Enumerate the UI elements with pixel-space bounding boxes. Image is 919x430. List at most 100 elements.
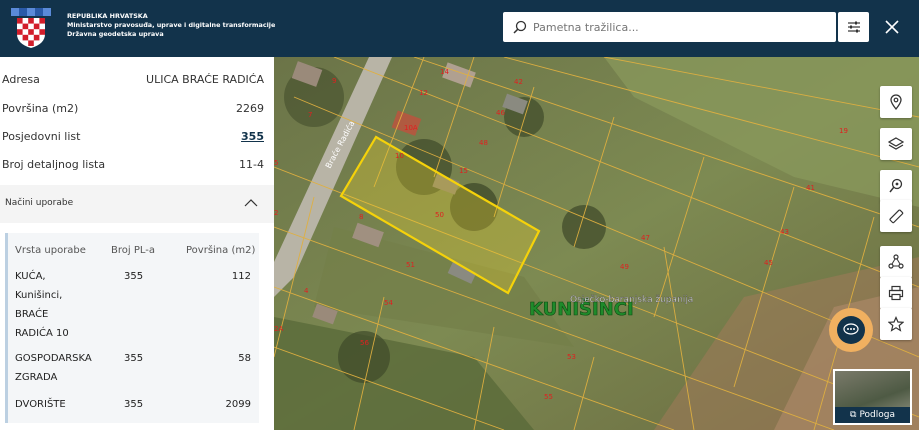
- map-canvas: 9 14 7 12 42 46 10A 10 48 15 19 41 8 50 …: [274, 57, 919, 430]
- parcel-row-address: Adresa ULICA BRAĆE RADIĆA: [2, 70, 264, 90]
- usage-section-header[interactable]: Načini uporabe: [0, 185, 274, 223]
- map-pin-icon: [890, 94, 902, 110]
- smart-search-box[interactable]: [503, 12, 836, 42]
- basemap-label: ⧉ Podloga: [835, 407, 910, 423]
- star-icon: [888, 316, 904, 332]
- basemap-switcher[interactable]: ⧉ Podloga: [833, 369, 912, 425]
- printer-icon: [888, 285, 904, 301]
- type-line: BRAĆE: [15, 309, 49, 320]
- app-header: REPUBLIKA HRVATSKA Ministarstvo pravosuđ…: [0, 0, 919, 57]
- usage-table: Vrsta uporabe Broj PL-a Površina (m2) KU…: [5, 233, 259, 423]
- type-line: DVORIŠTE: [15, 399, 66, 410]
- sliders-icon: [847, 21, 860, 33]
- table-cell-area: 58: [238, 353, 251, 364]
- chat-button[interactable]: [829, 308, 873, 352]
- type-line: GOSPODARSKA: [15, 353, 92, 364]
- parcel-number: 2A: [274, 325, 283, 333]
- table-cell-type: GOSPODARSKA ZGRADA: [15, 349, 92, 387]
- county-label: Osječko-baranjska županija: [570, 294, 693, 305]
- row-label: Broj detaljnog lista: [2, 158, 106, 171]
- parcel-number: 42: [514, 78, 523, 86]
- row-label: Adresa: [2, 73, 40, 86]
- parcel-number: 50: [435, 211, 444, 219]
- parcel-number: 53: [567, 353, 576, 361]
- organization-name: REPUBLIKA HRVATSKA Ministarstvo pravosuđ…: [67, 12, 275, 39]
- org-line-1: REPUBLIKA HRVATSKA: [67, 12, 148, 20]
- table-cell-area: 2099: [225, 399, 251, 410]
- parcel-number: 45: [764, 259, 773, 267]
- table-cell-pl: 355: [124, 353, 144, 364]
- table-cell-type: KUĆA, Kunišinci, BRAĆE RADIĆA 10: [15, 267, 69, 343]
- zoom-search-icon: [889, 178, 903, 193]
- print-button[interactable]: [880, 277, 912, 309]
- parcel-number: 8: [359, 213, 363, 221]
- share-nodes-icon: [888, 254, 904, 269]
- table-cell-pl: 355: [124, 271, 144, 282]
- parcel-number: 48: [479, 139, 488, 147]
- row-value: 2269: [236, 102, 264, 115]
- parcel-info-panel: Adresa ULICA BRAĆE RADIĆA Površina (m2) …: [0, 57, 274, 430]
- parcel-number: 14: [440, 68, 449, 76]
- parcel-number: 2: [274, 209, 278, 217]
- ruler-icon: [889, 209, 904, 224]
- row-label: Posjedovni list: [2, 130, 81, 143]
- parcel-number: 43: [780, 228, 789, 236]
- cadastral-map[interactable]: 9 14 7 12 42 46 10A 10 48 15 19 41 8 50 …: [274, 57, 919, 430]
- parcel-row-area: Površina (m2) 2269: [2, 99, 264, 119]
- section-title: Načini uporabe: [5, 198, 74, 208]
- type-line: ZGRADA: [15, 372, 58, 383]
- type-line: RADIĆA 10: [15, 328, 69, 339]
- column-header: Vrsta uporabe: [15, 245, 86, 256]
- column-header: Površina (m2): [186, 245, 256, 256]
- parcel-number: 49: [620, 263, 629, 271]
- location-button[interactable]: [880, 86, 912, 118]
- type-line: Kunišinci,: [15, 290, 63, 301]
- org-line-2: Ministarstvo pravosuđa, uprave i digital…: [67, 21, 276, 29]
- row-value: 11-4: [239, 158, 264, 171]
- parcel-number: 56: [360, 339, 369, 347]
- table-cell-type: DVORIŠTE: [15, 395, 66, 414]
- parcel-number: 10A: [404, 124, 418, 132]
- search-input[interactable]: [533, 12, 828, 42]
- parcel-number: 54: [384, 299, 393, 307]
- search-filter-button[interactable]: [838, 12, 869, 42]
- layers-icon: [888, 137, 904, 150]
- basemap-text: Podloga: [859, 410, 895, 420]
- parcel-number: 41: [806, 184, 815, 192]
- parcel-number: 15: [459, 167, 468, 175]
- row-value: ULICA BRAĆE RADIĆA: [146, 73, 264, 86]
- parcel-row-possession-sheet: Posjedovni list 355: [2, 127, 264, 147]
- parcel-number: 46: [496, 109, 505, 117]
- close-button[interactable]: [878, 13, 906, 41]
- croatia-coat-of-arms-icon: [11, 8, 51, 48]
- row-label: Površina (m2): [2, 102, 79, 115]
- parcel-number: 10: [395, 152, 404, 160]
- table-cell-area: 112: [231, 271, 251, 282]
- chevron-up-icon: [244, 199, 258, 207]
- parcel-number: 51: [406, 261, 415, 269]
- search-icon: [513, 20, 527, 34]
- parcel-number: 9: [332, 77, 336, 85]
- parcel-number: 4: [304, 287, 309, 295]
- share-button[interactable]: [880, 246, 912, 278]
- parcel-row-detail-sheet: Broj detaljnog lista 11-4: [2, 155, 264, 175]
- chat-dots-icon: [843, 323, 859, 335]
- parcel-number: 7: [308, 111, 312, 119]
- close-icon: [885, 20, 899, 34]
- favorite-button[interactable]: [880, 308, 912, 340]
- column-header: Broj PL-a: [111, 245, 155, 256]
- org-line-3: Državna geodetska uprava: [67, 30, 164, 38]
- measure-button[interactable]: [880, 200, 912, 232]
- parcel-number: 19: [839, 127, 848, 135]
- table-cell-pl: 355: [124, 399, 144, 410]
- layers-button[interactable]: [880, 128, 912, 160]
- chat-bubble-icon: [837, 316, 865, 344]
- parcel-number: 55: [544, 393, 553, 401]
- parcel-number: 5: [274, 159, 278, 167]
- search-location-button[interactable]: [880, 170, 912, 202]
- basemap-icon: ⧉: [850, 410, 857, 420]
- possession-sheet-link[interactable]: 355: [241, 130, 264, 143]
- type-line: KUĆA,: [15, 271, 46, 282]
- parcel-number: 12: [419, 89, 428, 97]
- parcel-number: 47: [641, 234, 650, 242]
